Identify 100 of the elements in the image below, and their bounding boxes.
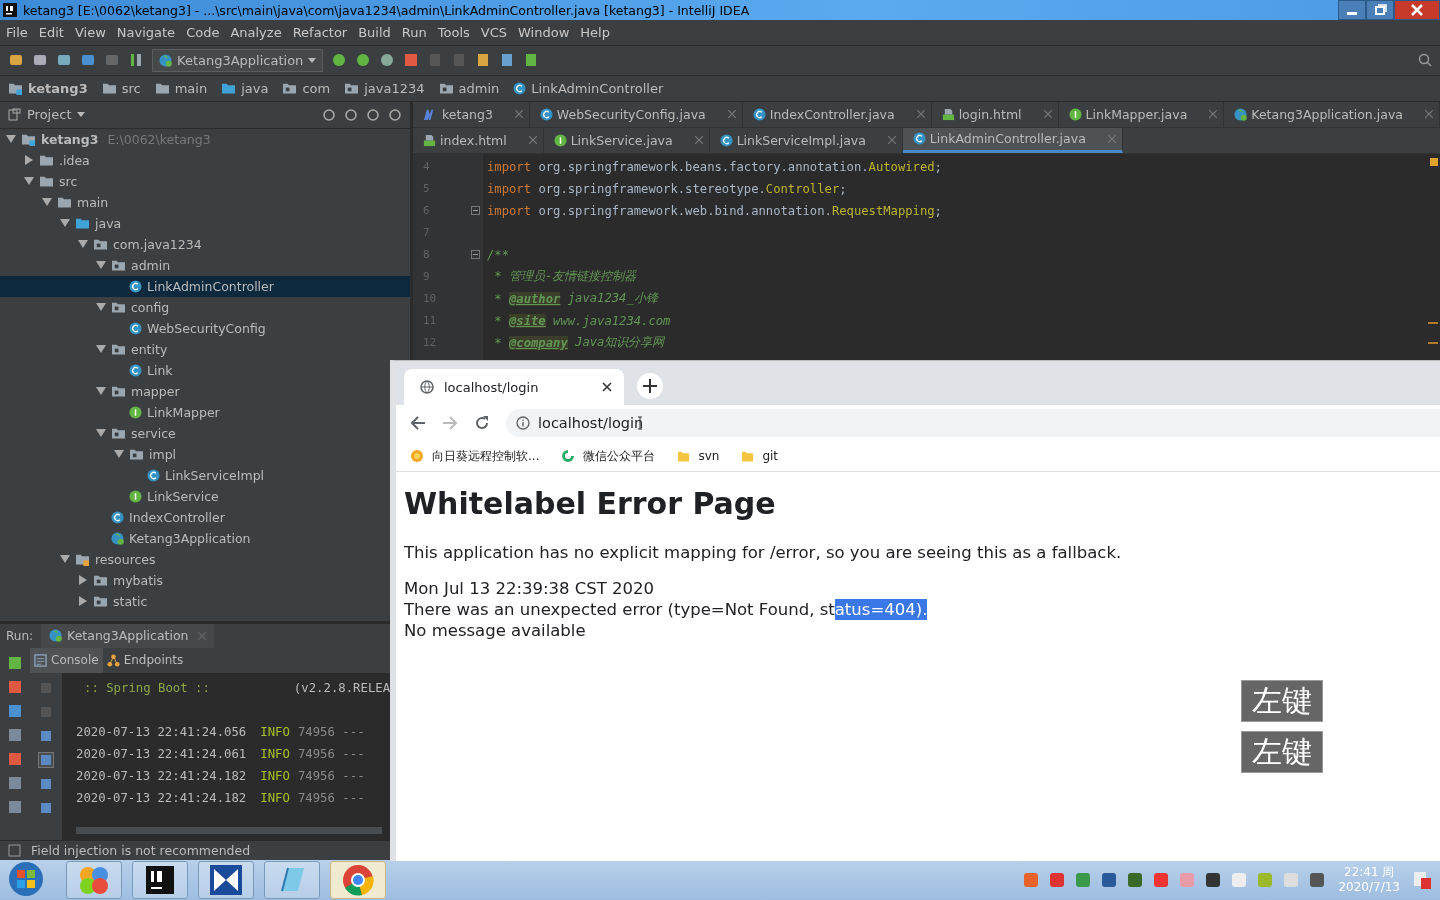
bookmark[interactable]: svn <box>677 449 720 463</box>
bowtie-app-icon[interactable] <box>198 861 254 900</box>
menu-item[interactable]: Help <box>580 24 610 40</box>
tree-item[interactable]: LinkService <box>0 485 219 507</box>
close-icon[interactable] <box>602 382 612 392</box>
stop-icon[interactable] <box>8 679 22 694</box>
breadcrumb-item[interactable]: com <box>282 80 331 96</box>
minimize-icon[interactable] <box>1338 0 1366 20</box>
menu-item[interactable]: Refactor <box>292 24 348 40</box>
menu-item[interactable]: Build <box>358 24 391 40</box>
breadcrumb-item[interactable]: java <box>221 80 269 96</box>
expanded-arrow-icon[interactable] <box>96 302 106 313</box>
stop-icon[interactable] <box>403 52 420 69</box>
tool-window-icon[interactable] <box>8 844 21 858</box>
tree-item[interactable]: static <box>0 590 148 612</box>
menu-item[interactable]: Navigate <box>116 24 176 40</box>
breadcrumb-item[interactable]: main <box>154 80 208 96</box>
tree-item[interactable]: main <box>0 191 109 213</box>
close-icon[interactable] <box>1394 0 1440 20</box>
menu-item[interactable]: Edit <box>38 24 64 40</box>
reload-icon[interactable] <box>474 415 490 431</box>
browser-tab[interactable]: localhost/login <box>404 369 624 405</box>
editor-tab[interactable]: Ketang3Application.java <box>1224 101 1440 127</box>
tree-item[interactable]: impl <box>0 443 177 465</box>
expanded-arrow-icon[interactable] <box>42 197 52 208</box>
window-app-icon[interactable] <box>264 861 320 900</box>
tree-item[interactable]: admin <box>0 254 171 276</box>
intellij-icon[interactable] <box>132 861 188 900</box>
expanded-arrow-icon[interactable] <box>114 449 124 460</box>
collapsed-arrow-icon[interactable] <box>24 155 34 166</box>
editor-tab[interactable]: LinkService.java <box>543 127 710 153</box>
scrollbar[interactable] <box>76 827 382 835</box>
console-tab[interactable]: Endpoints <box>102 647 188 673</box>
expanded-arrow-icon[interactable] <box>6 134 16 145</box>
menu-item[interactable]: Tools <box>437 24 470 40</box>
menu-item[interactable]: Window <box>518 24 570 40</box>
menu-item[interactable]: File <box>6 24 28 40</box>
tree-item[interactable]: com.java1234 <box>0 233 202 255</box>
chrome-icon[interactable] <box>330 861 386 900</box>
menu-item[interactable]: Run <box>401 24 427 40</box>
tree-item[interactable]: LinkMapper <box>0 401 220 423</box>
expanded-arrow-icon[interactable] <box>96 260 106 271</box>
tree-item[interactable]: WebSecurityConfig <box>0 317 266 339</box>
editor-tab[interactable]: IndexController.java <box>742 101 932 127</box>
breadcrumb-item[interactable]: src <box>101 80 141 96</box>
expanded-arrow-icon[interactable] <box>96 386 106 397</box>
tree-item[interactable]: LinkServiceImpl <box>0 464 265 486</box>
expanded-arrow-icon[interactable] <box>96 344 106 355</box>
colorful-app-icon[interactable] <box>66 861 122 900</box>
collapsed-arrow-icon[interactable] <box>78 596 88 607</box>
info-icon[interactable] <box>516 416 530 430</box>
restore-icon[interactable] <box>1366 0 1394 20</box>
editor-tab[interactable]: WebSecurityConfig.java <box>529 101 743 127</box>
expanded-arrow-icon[interactable] <box>24 176 34 187</box>
tree-item[interactable]: .idea <box>0 149 90 171</box>
tree-item[interactable]: src <box>0 170 78 192</box>
expanded-arrow-icon[interactable] <box>96 428 106 439</box>
editor-tab[interactable]: login.html <box>931 101 1059 127</box>
editor-tab[interactable]: ketang3 <box>413 101 530 127</box>
breadcrumb-item[interactable]: ketang3 <box>8 80 88 96</box>
tree-item[interactable]: Ketang3Application <box>0 527 251 549</box>
new-tab-icon[interactable] <box>636 372 664 400</box>
fold-marker-icon[interactable] <box>471 250 480 260</box>
build-icon[interactable] <box>128 52 144 69</box>
editor-tab[interactable]: LinkServiceImpl.java <box>709 127 903 153</box>
panel-title-dropdown[interactable]: Project <box>8 107 86 123</box>
bookmark[interactable]: 向日葵远程控制软... <box>410 447 540 465</box>
menu-item[interactable]: VCS <box>480 24 508 40</box>
notes-icon[interactable] <box>1413 871 1431 890</box>
tree-item[interactable]: service <box>0 422 176 444</box>
tree-item[interactable]: mybatis <box>0 569 164 591</box>
run-tab[interactable]: Ketang3Application <box>41 623 214 648</box>
fold-marker-icon[interactable] <box>471 206 480 216</box>
tree-item[interactable]: resources <box>0 548 156 570</box>
tree-item[interactable]: Link <box>0 359 173 381</box>
expanded-arrow-icon[interactable] <box>60 218 70 229</box>
menu-item[interactable]: Code <box>186 24 220 40</box>
search-icon[interactable] <box>1418 53 1432 68</box>
tree-item[interactable]: config <box>0 296 170 318</box>
bookmark[interactable]: git <box>741 449 779 463</box>
editor-tab[interactable]: index.html <box>413 127 544 153</box>
menu-item[interactable]: Analyze <box>230 24 282 40</box>
editor-tab[interactable]: LinkAdminController.java <box>902 127 1123 153</box>
expanded-arrow-icon[interactable] <box>60 554 70 565</box>
run-configuration-dropdown[interactable]: Ketang3Application <box>152 48 324 72</box>
tree-item[interactable]: mapper <box>0 380 180 402</box>
editor-tab[interactable]: LinkMapper.java <box>1058 101 1225 127</box>
breadcrumb-item[interactable]: LinkAdminController <box>513 80 664 96</box>
menu-item[interactable]: View <box>74 24 106 40</box>
collapsed-arrow-icon[interactable] <box>78 575 88 586</box>
tree-item[interactable]: ketang3 E:\0062\ketang3 <box>0 128 211 150</box>
tree-item[interactable]: LinkAdminController <box>0 275 410 297</box>
breadcrumb-item[interactable]: java1234 <box>344 80 425 96</box>
tree-item[interactable]: java <box>0 212 122 234</box>
tree-item[interactable]: entity <box>0 338 168 360</box>
console-tab[interactable]: Console <box>30 647 103 673</box>
bookmark[interactable]: 微信公众平台 <box>561 447 656 465</box>
address-bar[interactable]: localhost/login <box>506 409 1440 437</box>
tree-item[interactable]: IndexController <box>0 506 225 528</box>
expanded-arrow-icon[interactable] <box>78 239 88 250</box>
